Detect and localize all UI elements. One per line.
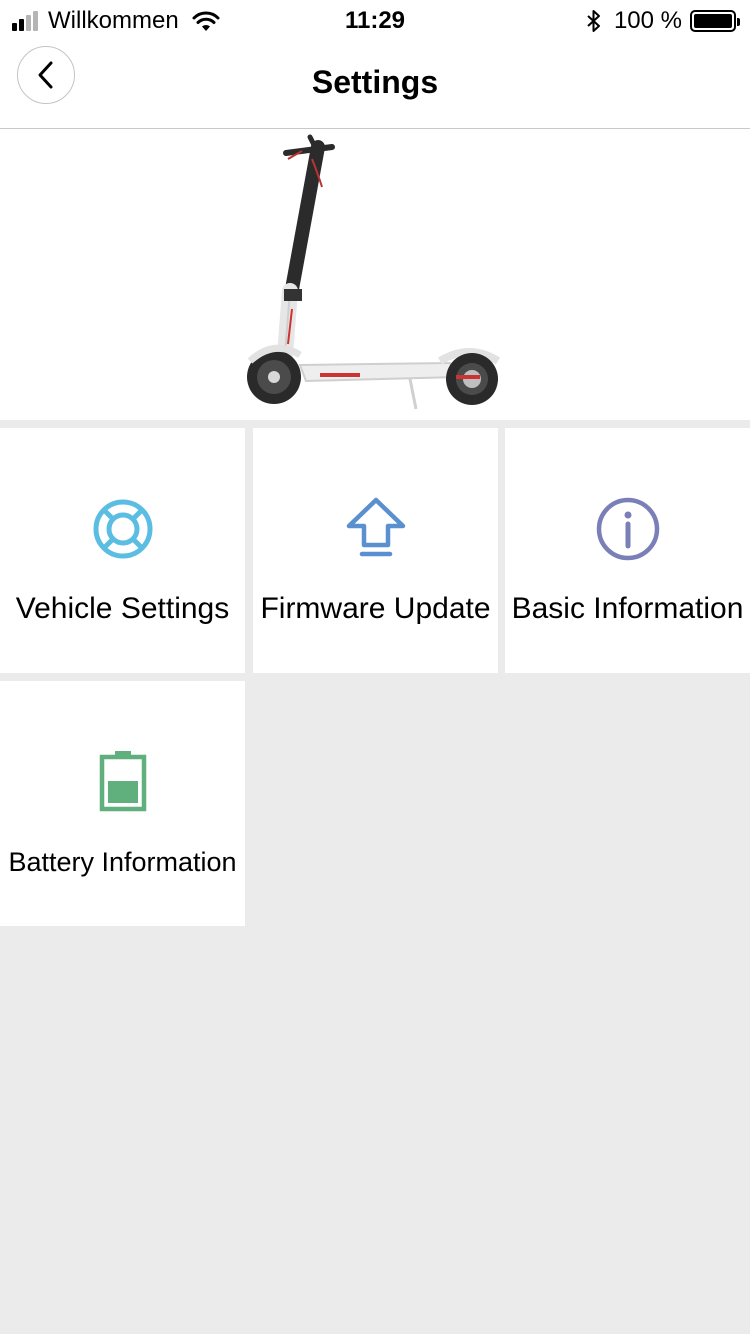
navigation-bar: Settings — [0, 40, 750, 129]
vehicle-settings-tile[interactable]: Vehicle Settings — [0, 428, 245, 673]
upload-arrow-icon — [346, 497, 405, 557]
page-title: Settings — [311, 64, 439, 100]
scooter-hero — [0, 129, 750, 420]
info-circle-icon — [596, 497, 659, 561]
battery-percent: 100 % — [613, 7, 682, 34]
basic-information-tile[interactable]: Basic Information — [505, 428, 750, 673]
firmware-update-label: Firmware Update — [260, 592, 491, 625]
firmware-update-tile[interactable]: Firmware Update — [253, 428, 498, 673]
battery-icon — [99, 751, 146, 812]
battery-information-tile[interactable]: Battery Information — [0, 681, 245, 926]
settings-screen: Willkommen 11:29 100 % Settings Vehicle … — [0, 0, 750, 1334]
vehicle-settings-label: Vehicle Settings — [15, 592, 230, 625]
electric-scooter-image — [247, 134, 501, 410]
status-right: 100 % — [586, 7, 740, 35]
status-bar: Willkommen 11:29 100 % — [0, 0, 750, 40]
bluetooth-icon — [587, 10, 600, 32]
battery-information-label: Battery Information — [8, 847, 237, 877]
lifebuoy-icon — [93, 499, 152, 559]
battery-status-icon — [690, 10, 740, 32]
basic-information-label: Basic Information — [511, 592, 744, 625]
